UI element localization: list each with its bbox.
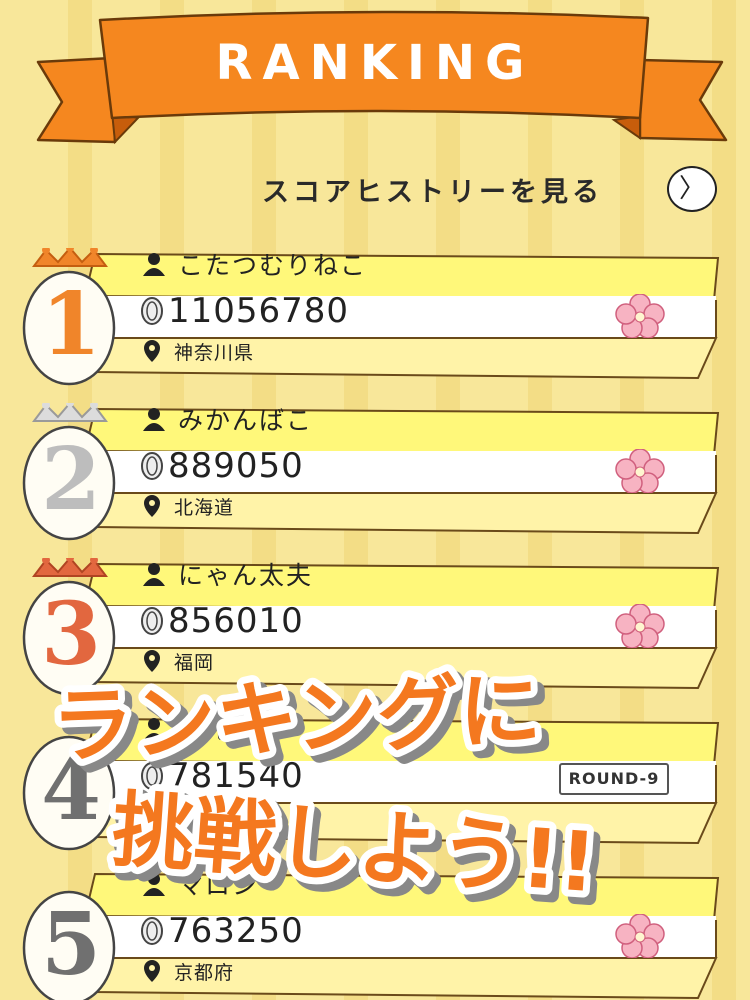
ranking-screen: RANKING スコアヒストリーを見る 〉 1 こたつむりねこ 11056780 [0, 0, 750, 1000]
flower-icon [615, 914, 665, 958]
ranking-entry-5[interactable]: 5 マロン 763250 京都府 [0, 860, 750, 1000]
player-score: 11056780 [168, 291, 350, 331]
user-icon [143, 253, 165, 276]
player-prefecture: 北海道 [174, 496, 235, 519]
player-prefecture: 神奈川県 [174, 341, 255, 364]
page-title: RANKING [215, 35, 535, 91]
rank-number: 5 [41, 894, 101, 995]
user-icon [143, 563, 165, 586]
score-history-link[interactable]: スコアヒストリーを見る 〉 [262, 166, 717, 212]
player-name: みかんばこ [178, 406, 314, 435]
score-history-label: スコアヒストリーを見る [262, 176, 603, 208]
flower-icon [615, 449, 665, 493]
location-pin-icon [144, 960, 160, 982]
player-name: りんご [178, 716, 260, 745]
flower-icon [615, 294, 665, 338]
flower-icon [615, 604, 665, 648]
player-prefecture: 京都府 [174, 961, 235, 984]
player-score: 889050 [168, 446, 304, 486]
player-name: マロン [178, 871, 260, 900]
user-icon [143, 408, 165, 431]
coin-icon [141, 917, 163, 945]
ranking-entry-4[interactable]: 4 りんご 781540 ROUND-9 [0, 705, 750, 855]
user-icon [143, 718, 165, 741]
coin-icon [141, 452, 163, 480]
coin-icon [141, 762, 163, 790]
player-score: 781540 [168, 756, 304, 796]
rank-number: 1 [41, 274, 101, 375]
rank-number: 4 [41, 739, 101, 840]
coin-icon [141, 297, 163, 325]
ranking-entry-3[interactable]: 3 にゃん太夫 856010 福岡 [0, 550, 750, 700]
player-score: 856010 [168, 601, 304, 641]
coin-icon [141, 607, 163, 635]
user-icon [143, 873, 165, 896]
player-name: こたつむりねこ [178, 251, 368, 280]
location-pin-icon [144, 495, 160, 517]
chevron-right-icon[interactable]: 〉 [667, 166, 717, 212]
round-badge: ROUND-9 [559, 763, 669, 795]
rank-number: 3 [41, 584, 101, 685]
player-name: にゃん太夫 [178, 561, 314, 590]
ranking-entry-1[interactable]: 1 こたつむりねこ 11056780 神奈川県 [0, 240, 750, 390]
rank-number: 2 [41, 429, 101, 530]
player-score: 763250 [168, 911, 304, 951]
location-pin-icon [144, 650, 160, 672]
player-prefecture: 福岡 [174, 651, 215, 674]
ranking-entry-2[interactable]: 2 みかんばこ 889050 北海道 [0, 395, 750, 545]
location-pin-icon [144, 340, 160, 362]
